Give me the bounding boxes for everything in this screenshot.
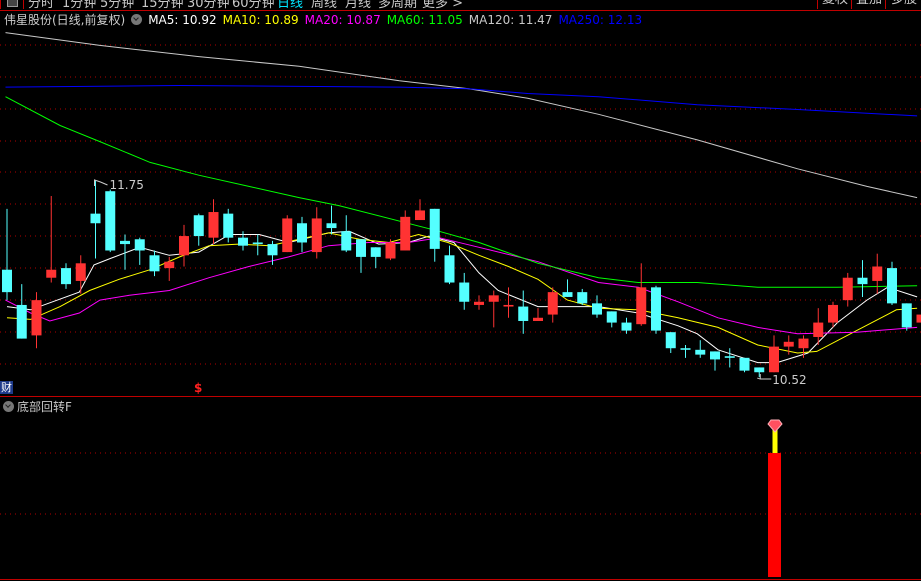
signal-stem [772,430,778,453]
candle-body [223,213,234,238]
indicator-header: 底部回转F [3,398,72,415]
candle-body [356,239,366,257]
candle-body [149,255,160,272]
ma-line-ma120 [5,32,918,199]
finance-badge[interactable]: 财 [0,381,13,394]
candle-body [769,346,779,373]
candle-body [577,292,588,304]
candle-body [680,348,691,350]
candle-body [916,314,921,323]
candle-body [459,282,470,302]
candle-body [75,263,86,281]
candle-body [901,303,912,328]
candle-body [842,277,853,301]
candle-body [193,215,204,237]
high-price-label: 11.75 [110,178,144,192]
candle-body [2,269,12,293]
candle-body [179,236,189,256]
candle-body [695,349,706,355]
candle-body [134,239,145,251]
candle-body [385,242,396,259]
chevron-down-icon[interactable] [3,401,14,412]
candle-body [31,300,42,336]
candle-body [710,351,720,360]
candle-body [621,322,632,331]
gem-icon [767,419,783,433]
candle-body [267,244,278,256]
candle-body [547,292,558,315]
candle-body [105,191,116,251]
candle-body [518,306,529,321]
candle-body [429,208,440,249]
ma-line-ma60 [5,96,918,288]
candle-body [120,240,130,245]
candle-body [474,301,484,305]
candle-body [252,242,263,245]
candle-body [164,261,175,269]
indicator-title: 底部回转F [17,400,72,414]
candle-body [665,332,676,349]
candle-body [503,304,514,307]
candle-body [798,338,809,349]
candle-body [636,287,647,325]
signal-bar [768,453,781,577]
kline-chart[interactable]: 11.75 10.52 [0,0,921,581]
candle-body [46,269,57,278]
candle-body [16,304,27,339]
candle-body [311,218,322,253]
candle-body [724,356,735,358]
candle-body [238,237,248,246]
candle-body [90,213,101,224]
candle-body [592,303,602,315]
candle-body [326,223,337,229]
candle-body [297,223,307,243]
candle-body [370,247,381,257]
candle-body [400,216,411,251]
candle-body [488,295,499,302]
candle-body [887,268,897,304]
candle-body [444,255,455,283]
candle-body [872,266,883,281]
dollar-marker-icon[interactable]: $ [194,381,202,395]
candle-body [61,268,71,285]
candle-body [783,341,794,347]
candle-body [754,367,765,373]
candle-body [857,277,868,285]
candle-body [341,231,352,251]
candle-body [282,218,293,253]
candle-body [739,357,750,371]
ma-line-ma250 [5,84,918,117]
candle-body [562,292,573,297]
candle-body [208,212,219,238]
candle-body [651,287,661,331]
high-arrow-icon [94,179,108,186]
candle-body [533,317,543,321]
candle-body [828,304,838,323]
candle-body [606,311,617,323]
candle-body [813,322,824,337]
low-price-label: 10.52 [772,373,806,387]
candle-body [415,210,425,221]
